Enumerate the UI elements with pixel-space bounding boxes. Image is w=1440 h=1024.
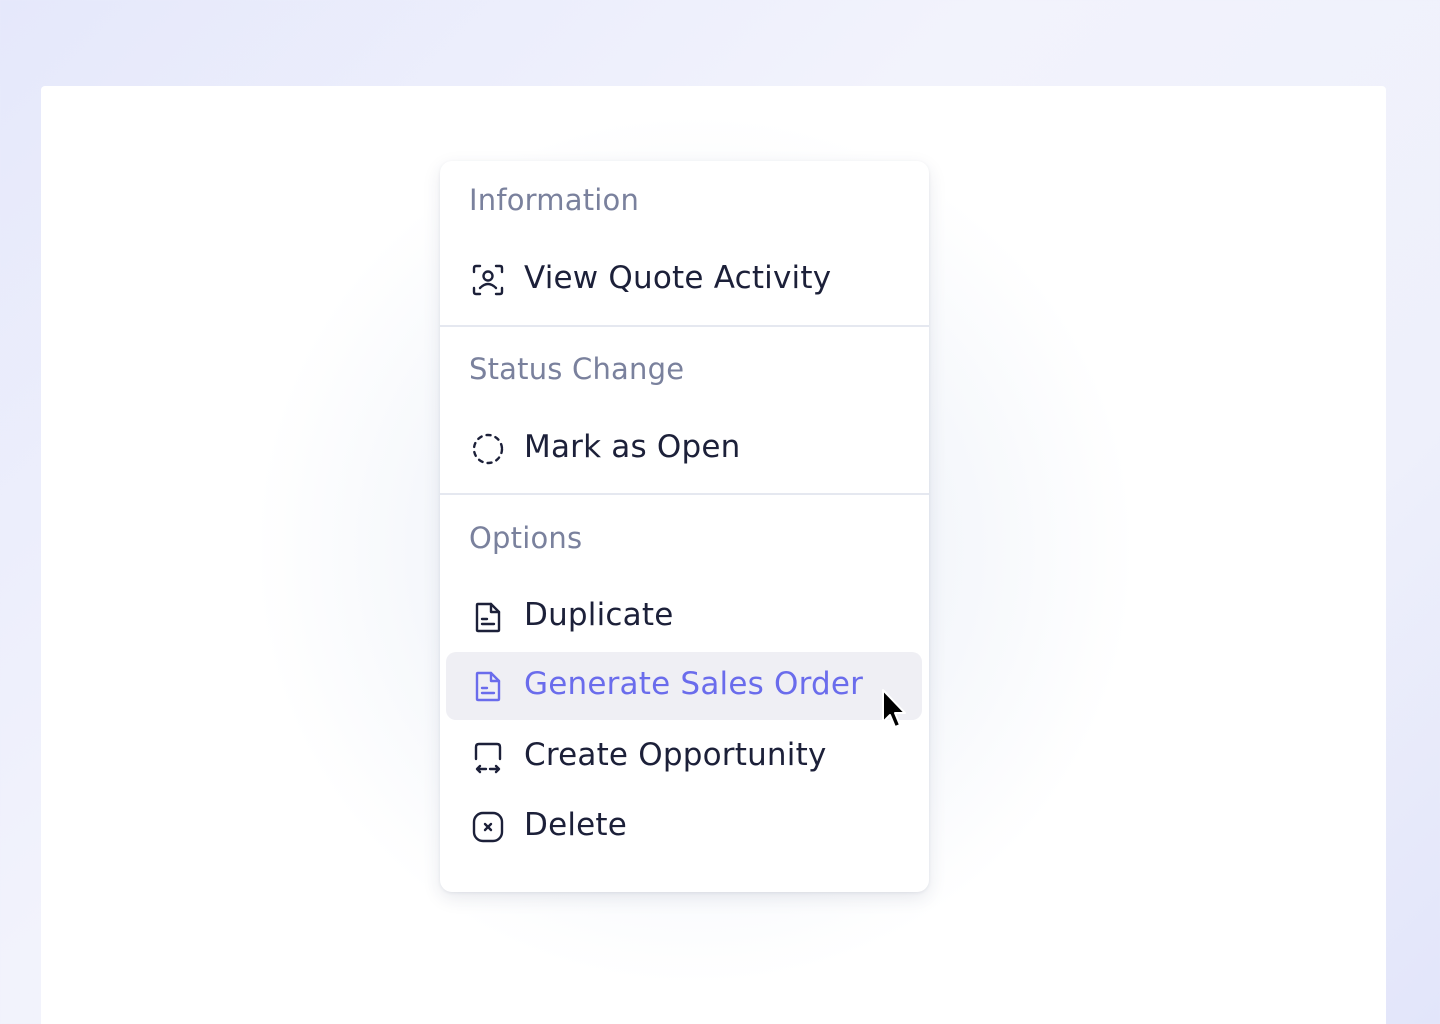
menu-item-label: Mark as Open	[524, 429, 741, 465]
menu-item-label: Create Opportunity	[524, 737, 827, 773]
context-menu: Information View Quote Activity Status C…	[440, 161, 929, 892]
exchange-icon	[470, 739, 506, 775]
section-header-status-change: Status Change	[469, 352, 685, 386]
menu-item-generate-sales-order[interactable]: Generate Sales Order	[446, 652, 922, 720]
user-scan-icon	[470, 262, 506, 298]
close-square-icon	[470, 809, 506, 845]
menu-item-duplicate[interactable]: Duplicate	[446, 583, 922, 651]
divider	[440, 325, 929, 327]
section-header-options: Options	[469, 521, 583, 555]
menu-item-view-quote-activity[interactable]: View Quote Activity	[446, 246, 922, 314]
document-icon	[470, 668, 506, 704]
mouse-cursor-icon	[880, 688, 910, 732]
section-header-information: Information	[469, 183, 640, 217]
document-icon	[470, 599, 506, 635]
menu-item-label: Generate Sales Order	[524, 666, 864, 702]
menu-item-mark-as-open[interactable]: Mark as Open	[446, 415, 922, 483]
divider	[440, 493, 929, 495]
menu-item-label: Duplicate	[524, 597, 674, 633]
menu-item-label: Delete	[524, 807, 628, 843]
menu-item-create-opportunity[interactable]: Create Opportunity	[446, 723, 922, 791]
dashed-circle-icon	[470, 431, 506, 467]
menu-item-delete[interactable]: Delete	[446, 793, 922, 861]
menu-item-label: View Quote Activity	[524, 260, 832, 296]
